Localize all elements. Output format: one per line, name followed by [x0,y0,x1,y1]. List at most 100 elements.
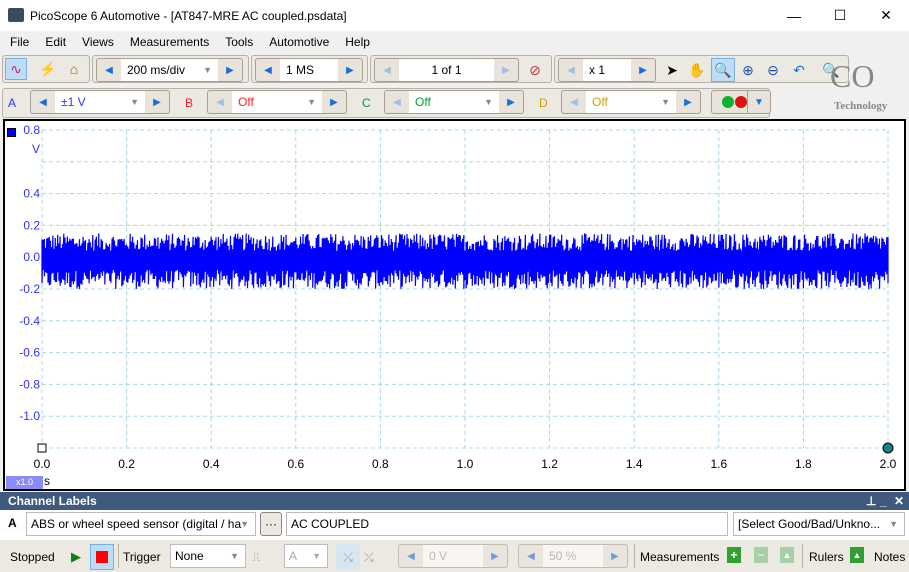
title-bar: PicoScope 6 Automotive - [AT847-MRE AC c… [0,0,909,31]
menu-tools[interactable]: Tools [217,35,261,49]
chevron-down-icon[interactable]: ▼ [747,91,770,113]
zoom-prev-button[interactable]: ◀ [559,59,583,81]
y-tick-label: 0.0 [23,250,40,264]
close-button[interactable]: ✕ [863,0,909,31]
samples-prev-button[interactable]: ◀ [256,59,280,81]
trigger-mode-value: None [175,549,204,563]
zoom-out-icon[interactable]: ⊖ [762,59,784,81]
pico-logo: CO Technology [830,58,888,112]
label-input[interactable]: AC COUPLED [286,512,728,536]
trigger-mode-select[interactable]: None ▼ [170,544,246,568]
pointer-icon[interactable]: ➤ [661,59,683,81]
menu-views[interactable]: Views [74,35,122,49]
channel-c-prev[interactable]: ◀ [385,91,409,113]
buffer-prev-button[interactable]: ◀ [375,59,399,81]
chevron-down-icon: ▼ [230,551,239,561]
scope-mode-icon[interactable]: ∿ [5,58,27,80]
menu-file[interactable]: File [0,35,37,49]
timebase-prev-button[interactable]: ◀ [97,59,121,81]
scope-view[interactable]: 0.0 0.2 0.4 0.6 0.8 1.0 1.2 1.4 1.6 1.8 2.0 s 0.8 0.4… [3,119,906,491]
remove-measurement-icon[interactable]: − [754,547,768,563]
falling-edge-icon[interactable]: ⤰ [364,546,374,568]
channel-c-range-select[interactable]: Off ▼ [409,91,499,113]
start-icon[interactable]: ▶ [71,546,81,568]
buffer-toolbar: ◀ 1 of 1 ▶ ⊘ [370,55,552,83]
channel-c-next[interactable]: ▶ [499,91,523,113]
menu-automotive[interactable]: Automotive [261,35,337,49]
channel-label-row: A ABS or wheel speed sensor (digital / h… [0,510,909,540]
channel-d-button[interactable]: D [539,96,548,110]
threshold-field[interactable]: 0 V [423,545,483,567]
zoom-field[interactable]: x 1 [583,59,631,81]
zoom-select-icon[interactable]: 🔍 [711,58,735,82]
channel-d-range-select[interactable]: Off ▼ [586,91,676,113]
minimize-button[interactable]: — [771,0,817,31]
channel-a-next[interactable]: ▶ [145,91,169,113]
trigger-channel-select[interactable]: A ▼ [284,544,328,568]
channel-letter: A [8,516,17,530]
x-tick-label: 0.0 [34,457,51,471]
stop-button[interactable] [90,544,114,570]
x-tick-label: 1.8 [795,457,812,471]
menu-measurements[interactable]: Measurements [122,35,217,49]
channel-a-button[interactable]: A [8,96,16,110]
pretrigger-next[interactable]: ▶ [603,545,627,567]
zoom-badge: x1.0 [6,476,43,489]
verdict-select[interactable]: [Select Good/Bad/Unkno... ▼ [733,512,905,536]
timebase-select[interactable]: 200 ms/div ▼ [121,59,218,81]
timebase-next-button[interactable]: ▶ [218,59,242,81]
channel-c-range-value: Off [415,95,431,109]
menu-help[interactable]: Help [337,35,378,49]
channel-d-prev[interactable]: ◀ [562,91,586,113]
channel-b-button[interactable]: B [185,96,193,110]
threshold-prev[interactable]: ◀ [399,545,423,567]
hand-icon[interactable]: ✋ [686,59,708,81]
x-tick-label: 2.0 [880,457,897,471]
lightning-icon[interactable]: ⚡ [37,58,59,80]
pretrigger-field[interactable]: 50 % [543,545,603,567]
add-measurement-icon[interactable]: + [727,547,741,563]
zoom-next-button[interactable]: ▶ [631,59,655,81]
y-tick-label: 0.2 [23,218,40,232]
edit-measurement-icon[interactable]: ▲ [780,547,794,563]
pretrigger-control: ◀ 50 % ▶ [518,544,628,568]
channel-d-range-value: Off [592,95,608,109]
channel-a-prev[interactable]: ◀ [31,91,55,113]
notes-button[interactable]: Notes [874,546,905,568]
maximize-button[interactable]: ☐ [817,0,863,31]
channel-b-range-select[interactable]: Off ▼ [232,91,322,113]
buffer-next-button[interactable]: ▶ [494,59,518,81]
compass-icon[interactable]: ⊘ [524,59,546,81]
timebase-value: 200 ms/div [127,63,186,77]
rising-edge-icon[interactable]: ⤯ [336,544,360,570]
sensor-value: ABS or wheel speed sensor (digital / ha [31,517,242,531]
menu-edit[interactable]: Edit [37,35,74,49]
close-panel-icon[interactable]: ✕ [894,492,904,510]
minimize-panel-icon[interactable]: _ [880,492,887,510]
channel-c-button[interactable]: C [362,96,371,110]
samples-field[interactable]: 1 MS [280,59,338,81]
channel-b-prev[interactable]: ◀ [208,91,232,113]
advanced-trigger-icon[interactable]: ⎍ [252,546,260,568]
pretrigger-prev[interactable]: ◀ [519,545,543,567]
menu-bar: File Edit Views Measurements Tools Autom… [0,31,909,53]
rulers-icon[interactable]: ▲ [850,547,864,563]
sensor-select[interactable]: ABS or wheel speed sensor (digital / ha ▼ [26,512,256,536]
rulers-label: Rulers [809,550,844,564]
chevron-down-icon: ▼ [484,97,493,107]
channel-b-next[interactable]: ▶ [322,91,346,113]
samples-next-button[interactable]: ▶ [338,59,362,81]
panel-title: Channel Labels [8,494,97,508]
channel-a-range-select[interactable]: ±1 V ▼ [55,91,145,113]
x-tick-label: 0.2 [118,457,135,471]
buffer-field[interactable]: 1 of 1 [399,59,494,81]
home-icon[interactable]: ⌂ [63,58,85,80]
threshold-next[interactable]: ▶ [483,545,507,567]
channel-options[interactable]: ▼ [711,90,771,114]
sensor-more-button[interactable]: ··· [260,512,282,536]
y-tick-label: -0.2 [19,282,40,296]
pin-icon[interactable]: ⊥ [866,492,876,510]
logo-text: Technology [834,100,888,112]
zoom-in-icon[interactable]: ⊕ [737,59,759,81]
channel-d-next[interactable]: ▶ [676,91,700,113]
